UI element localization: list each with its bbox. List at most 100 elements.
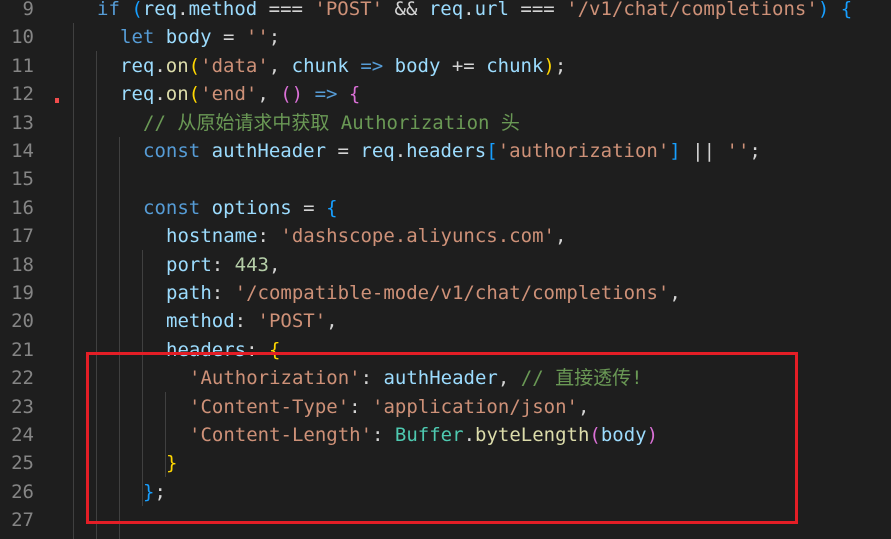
code-token: :: [211, 282, 235, 304]
code-line[interactable]: method: 'POST',: [166, 307, 338, 335]
code-area[interactable]: if (req.method === 'POST' && req.url ===…: [73, 0, 891, 539]
code-token: method: [166, 310, 235, 333]
code-token: ===: [257, 0, 315, 20]
code-token: 'application/json': [372, 395, 578, 418]
code-token: on: [165, 54, 189, 77]
code-line[interactable]: req.on('data', chunk => body += chunk);: [120, 52, 566, 80]
code-token: 'Content-Type': [189, 395, 350, 418]
code-token: ,: [268, 253, 281, 276]
code-token: +=: [440, 54, 487, 77]
code-token: .: [463, 424, 476, 446]
code-token: req: [142, 0, 178, 20]
code-line[interactable]: // 从原始请求中获取 Authorization 头: [143, 109, 520, 137]
code-token: const: [143, 140, 201, 162]
code-token: req: [428, 0, 464, 20]
code-line[interactable]: 'Content-Length': Buffer.byteLength(body…: [189, 421, 658, 449]
code-token: .: [154, 83, 166, 106]
code-line[interactable]: 'Authorization': authHeader, // 直接透传!: [189, 364, 643, 392]
code-token: :: [257, 225, 281, 248]
indent-guide: [142, 250, 143, 506]
code-token: req: [120, 83, 155, 106]
line-number: 25: [11, 452, 34, 475]
line-number: 20: [11, 310, 34, 333]
code-token: =: [326, 140, 361, 162]
code-token: ;: [268, 26, 281, 49]
code-token: 'data': [200, 54, 269, 77]
code-line[interactable]: 'Content-Type': 'application/json',: [189, 393, 589, 421]
code-line[interactable]: }: [166, 449, 177, 477]
code-token: ;: [554, 54, 567, 77]
code-token: ): [543, 54, 555, 77]
code-token: :: [372, 424, 395, 446]
code-token: ,: [326, 310, 338, 333]
code-token: authHeader: [211, 140, 327, 162]
code-token: authHeader: [383, 367, 498, 390]
code-token: headers: [166, 338, 247, 361]
line-number: 23: [11, 395, 34, 418]
code-token: options: [211, 196, 292, 219]
code-token: const: [143, 196, 201, 219]
line-number: 11: [11, 54, 34, 77]
code-token: port: [166, 253, 212, 276]
code-token: (): [280, 83, 304, 106]
code-token: {: [840, 0, 853, 20]
code-token: // 从原始请求中获取 Authorization 头: [143, 111, 520, 134]
code-line[interactable]: hostname: 'dashscope.aliyuncs.com',: [166, 222, 566, 250]
line-number: 17: [11, 225, 34, 248]
code-token: 'authorization': [497, 140, 670, 162]
line-number: 14: [11, 140, 34, 162]
code-token: ===: [508, 0, 567, 20]
code-token: ,: [497, 367, 521, 390]
code-token: =>: [360, 54, 384, 77]
code-token: 'Authorization': [189, 367, 361, 390]
line-number: 27: [11, 509, 34, 532]
code-token: :: [246, 338, 269, 361]
code-line[interactable]: const authHeader = req.headers['authoriz…: [143, 137, 761, 165]
code-token: // 直接透传!: [520, 367, 643, 390]
line-number: 24: [11, 424, 34, 446]
code-token: 'dashscope.aliyuncs.com': [280, 225, 555, 248]
code-token: }: [143, 480, 155, 503]
code-token: ,: [554, 225, 567, 248]
code-token: ): [817, 0, 830, 20]
line-number-gutter: 9 10 11 12 13 14 15 16 17 18 19 20 21 22 23 24 25 26 27: [0, 0, 60, 539]
code-token: url: [474, 0, 509, 20]
code-token: byteLength: [475, 424, 590, 446]
code-token: 'POST': [314, 0, 384, 20]
code-token: ,: [268, 54, 292, 77]
code-token: body: [165, 26, 212, 49]
line-number: 10: [11, 26, 34, 49]
code-token: (: [589, 424, 601, 446]
code-token: ,: [669, 282, 681, 304]
code-token: chunk: [486, 54, 544, 77]
code-line[interactable]: headers: {: [166, 336, 280, 364]
code-token: body: [600, 424, 647, 446]
line-number: 12: [11, 83, 34, 106]
code-token: req: [120, 54, 155, 77]
code-line[interactable]: const options = {: [143, 194, 338, 222]
code-line[interactable]: let body = '';: [120, 23, 280, 51]
code-line[interactable]: path: '/compatible-mode/v1/chat/completi…: [166, 279, 681, 307]
code-token: ;: [749, 140, 761, 162]
code-line[interactable]: req.on('end', () => {: [120, 80, 360, 108]
code-token: ,: [257, 83, 281, 106]
indent-guide: [165, 392, 166, 478]
code-line[interactable]: if (req.method === 'POST' && req.url ===…: [97, 0, 852, 23]
modified-line-marker: [55, 98, 59, 103]
code-token: 443: [234, 253, 269, 276]
code-token: if: [97, 0, 120, 20]
line-number: 9: [22, 0, 34, 20]
code-token: Buffer: [394, 424, 464, 446]
code-token: ): [646, 424, 659, 446]
code-editor[interactable]: 9 10 11 12 13 14 15 16 17 18 19 20 21 22 23 24 25 26 27 if…: [0, 0, 891, 539]
line-number: 26: [11, 480, 34, 503]
code-line[interactable]: };: [143, 478, 166, 506]
code-token: headers: [406, 140, 487, 162]
code-line[interactable]: port: 443,: [166, 251, 280, 279]
line-number: 15: [11, 168, 34, 191]
code-token: chunk: [291, 54, 349, 77]
line-number: 16: [11, 196, 34, 219]
